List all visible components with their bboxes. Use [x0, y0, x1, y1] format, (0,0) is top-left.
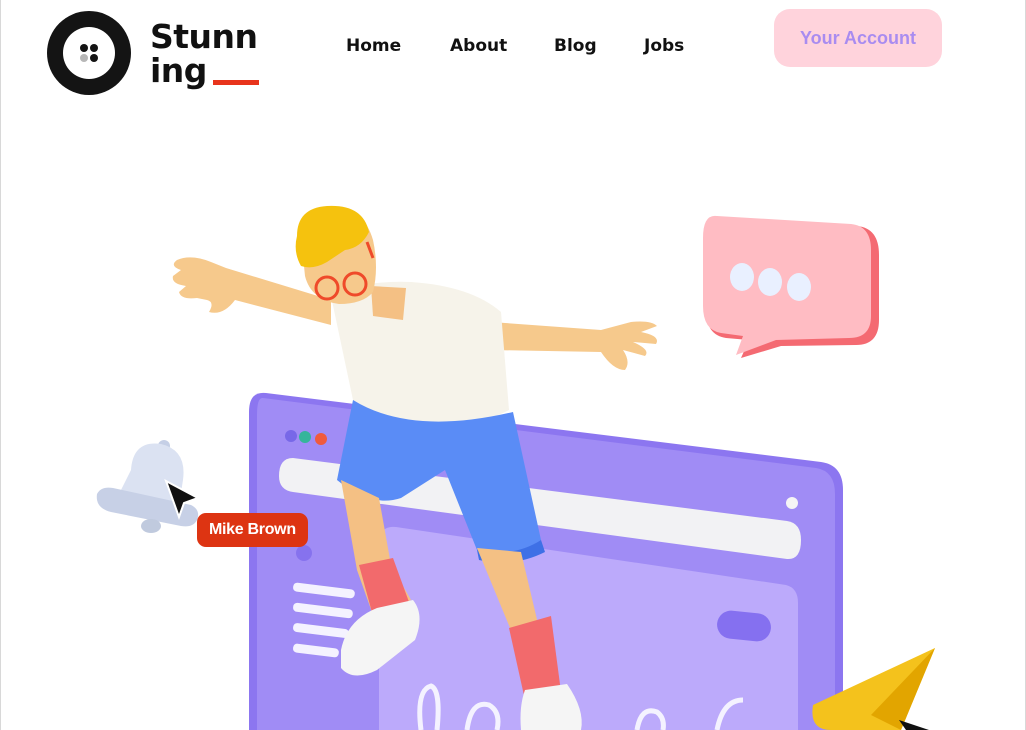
your-account-button[interactable]: Your Account	[774, 9, 942, 67]
nav-blog-link[interactable]: Blog	[554, 36, 597, 56]
bell-icon	[96, 440, 199, 533]
logo-wordmark[interactable]: Stunn ing	[150, 20, 258, 88]
nav-jobs-link[interactable]: Jobs	[644, 36, 684, 56]
logo-icon[interactable]	[47, 11, 131, 95]
user-name-badge: Mike Brown	[197, 513, 308, 547]
logo-underline	[213, 80, 259, 85]
logo-line-1: Stunn	[150, 17, 258, 56]
nav-about-link[interactable]: About	[450, 36, 507, 56]
speech-bubble-icon	[703, 215, 879, 358]
nav-home-link[interactable]: Home	[346, 36, 401, 56]
hero-illustration	[96, 205, 935, 730]
